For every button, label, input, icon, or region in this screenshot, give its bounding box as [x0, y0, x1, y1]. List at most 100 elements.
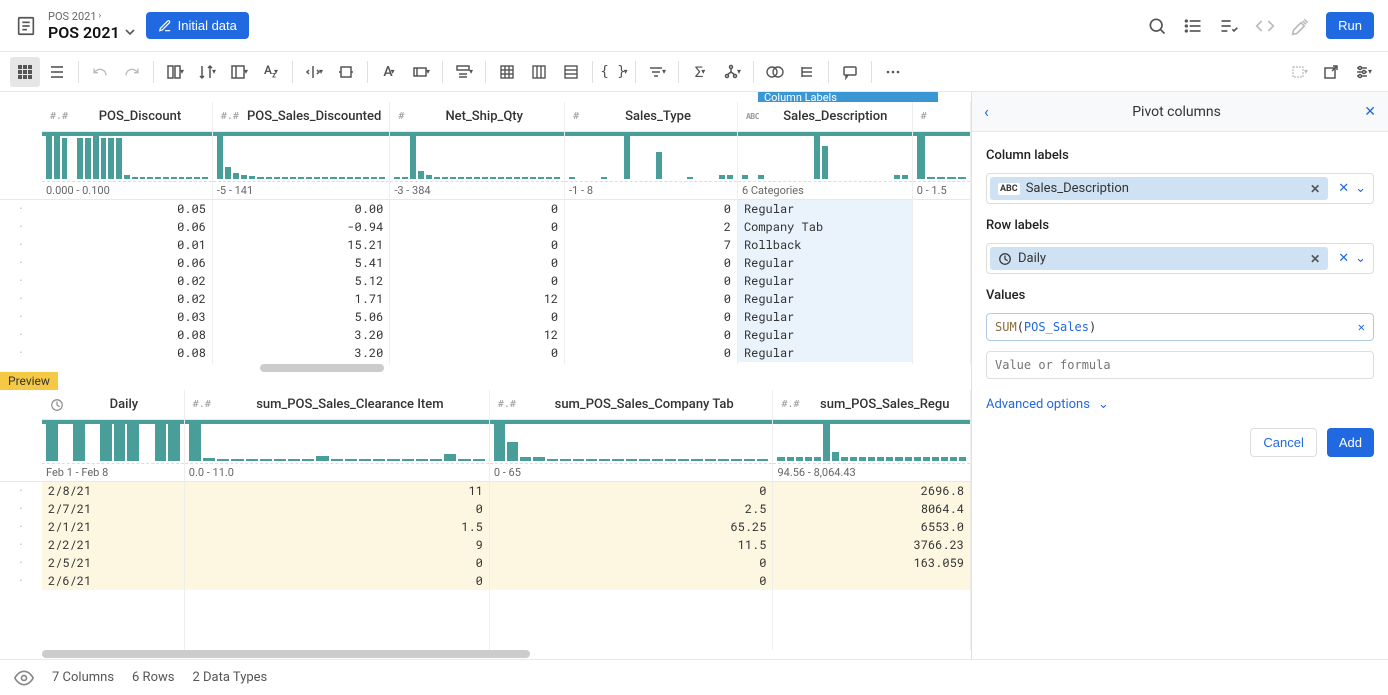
cell[interactable]: 0 — [390, 200, 564, 218]
redo-icon[interactable] — [117, 57, 147, 87]
cell[interactable]: 2/5/21 — [42, 554, 184, 572]
cell[interactable]: Regular — [738, 326, 912, 344]
list-icon[interactable] — [1182, 15, 1204, 37]
advanced-options-link[interactable]: Advanced options ⌄ — [986, 397, 1374, 412]
cell[interactable]: 0 — [565, 308, 737, 326]
column-header[interactable]: #.#sum_POS_Sales_Regu — [773, 390, 970, 420]
tool-box-icon[interactable] — [331, 57, 361, 87]
cell[interactable]: 0 — [565, 344, 737, 362]
cell[interactable] — [913, 308, 970, 326]
cell[interactable]: 0 — [390, 272, 564, 290]
cell[interactable]: 0 — [390, 236, 564, 254]
tool-filter-icon[interactable]: ▾ — [642, 57, 672, 87]
cell[interactable]: 0.00 — [213, 200, 389, 218]
cell[interactable]: 11.5 — [490, 536, 773, 554]
cell[interactable]: 15.21 — [213, 236, 389, 254]
row-handle[interactable]: · — [0, 482, 42, 500]
row-handle[interactable]: · — [0, 218, 42, 236]
row-handle[interactable]: · — [0, 308, 42, 326]
cell[interactable]: 2.5 — [490, 500, 773, 518]
cell[interactable]: 12 — [390, 326, 564, 344]
list-view-icon[interactable] — [42, 57, 72, 87]
cancel-button[interactable]: Cancel — [1250, 428, 1316, 457]
row-handle[interactable]: · — [0, 554, 42, 572]
cell[interactable]: 2/7/21 — [42, 500, 184, 518]
tool-more-icon[interactable] — [878, 57, 908, 87]
tool-comment-icon[interactable] — [835, 57, 865, 87]
cell[interactable]: 0 — [390, 344, 564, 362]
row-handle[interactable]: · — [0, 200, 42, 218]
values-input[interactable] — [986, 351, 1374, 379]
cell[interactable]: -0.94 — [213, 218, 389, 236]
tool-venn-icon[interactable] — [760, 57, 790, 87]
cell[interactable]: Regular — [738, 200, 912, 218]
cell[interactable]: Company Tab — [738, 218, 912, 236]
cell[interactable]: 0 — [185, 572, 489, 590]
row-handle[interactable]: · — [0, 536, 42, 554]
cell[interactable]: 0.03 — [42, 308, 212, 326]
cell[interactable]: 2 — [565, 218, 737, 236]
cell[interactable]: 1.5 — [185, 518, 489, 536]
column-labels-field[interactable]: ABC Sales_Description ✕ ✕ ⌄ — [986, 173, 1374, 204]
tool-grid1-icon[interactable] — [492, 57, 522, 87]
cell[interactable] — [913, 236, 970, 254]
cell[interactable]: Regular — [738, 272, 912, 290]
formula-clear-icon[interactable]: ✕ — [1358, 320, 1365, 334]
row-handle[interactable]: · — [0, 272, 42, 290]
row-handle[interactable]: · — [0, 236, 42, 254]
column-header[interactable]: ABCSales_Description — [738, 102, 912, 132]
code-icon[interactable] — [1254, 15, 1276, 37]
tool-expand-icon[interactable]: ▾ — [299, 57, 329, 87]
cell[interactable] — [913, 254, 970, 272]
cell[interactable]: 0.02 — [42, 272, 212, 290]
cell[interactable] — [913, 344, 970, 362]
undo-icon[interactable] — [85, 57, 115, 87]
cell[interactable]: Regular — [738, 308, 912, 326]
cell[interactable]: Regular — [738, 254, 912, 272]
cell[interactable]: 0 — [565, 254, 737, 272]
cell[interactable]: 0.02 — [42, 290, 212, 308]
cell[interactable]: 0 — [185, 500, 489, 518]
cell[interactable]: 2/6/21 — [42, 572, 184, 590]
chevron-down-icon[interactable]: ⌄ — [1355, 251, 1366, 266]
cell[interactable]: 8064.4 — [773, 500, 970, 518]
chip-clear-icon[interactable]: ✕ — [1338, 181, 1349, 196]
tool-align-icon[interactable]: ▾ — [406, 57, 436, 87]
values-formula[interactable]: SUM(POS_Sales) ✕ — [986, 313, 1374, 341]
tool-grid3-icon[interactable] — [556, 57, 586, 87]
add-button[interactable]: Add — [1327, 428, 1374, 457]
row-handle[interactable]: · — [0, 290, 42, 308]
column-header[interactable]: # — [913, 102, 970, 132]
chip-clear-icon[interactable]: ✕ — [1338, 251, 1349, 266]
tool-settings-icon[interactable]: ▾ — [1348, 57, 1378, 87]
cell[interactable]: 7 — [565, 236, 737, 254]
chip-remove-icon[interactable]: ✕ — [1310, 252, 1320, 266]
row-labels-field[interactable]: Daily ✕ ✕ ⌄ — [986, 243, 1374, 274]
tool-az-icon[interactable]: Az▾ — [256, 57, 286, 87]
tool-font-icon[interactable]: A▾ — [374, 57, 404, 87]
cell[interactable] — [913, 272, 970, 290]
tool-stack-icon[interactable] — [792, 57, 822, 87]
column-header[interactable]: #.#POS_Sales_Discounted — [213, 102, 389, 132]
cell[interactable]: 2/2/21 — [42, 536, 184, 554]
cell[interactable]: Regular — [738, 290, 912, 308]
cell[interactable]: 0 — [390, 254, 564, 272]
tool-export-icon[interactable] — [1316, 57, 1346, 87]
cell[interactable]: 0.05 — [42, 200, 212, 218]
cell[interactable]: 3.20 — [213, 344, 389, 362]
row-handle[interactable]: · — [0, 572, 42, 590]
cell[interactable]: 65.25 — [490, 518, 773, 536]
tool-grid2-icon[interactable] — [524, 57, 554, 87]
cell[interactable]: 9 — [185, 536, 489, 554]
page-title[interactable]: POS 2021 — [48, 23, 136, 42]
cell[interactable]: 0 — [565, 326, 737, 344]
cell[interactable]: Rollback — [738, 236, 912, 254]
row-handle[interactable]: · — [0, 518, 42, 536]
eye-icon[interactable] — [14, 668, 34, 688]
cell[interactable]: 6553.0 — [773, 518, 970, 536]
chip-remove-icon[interactable]: ✕ — [1310, 182, 1320, 196]
cell[interactable]: 0 — [565, 272, 737, 290]
cell[interactable]: 1.71 — [213, 290, 389, 308]
cell[interactable]: 0 — [490, 572, 773, 590]
row-handle[interactable]: · — [0, 326, 42, 344]
